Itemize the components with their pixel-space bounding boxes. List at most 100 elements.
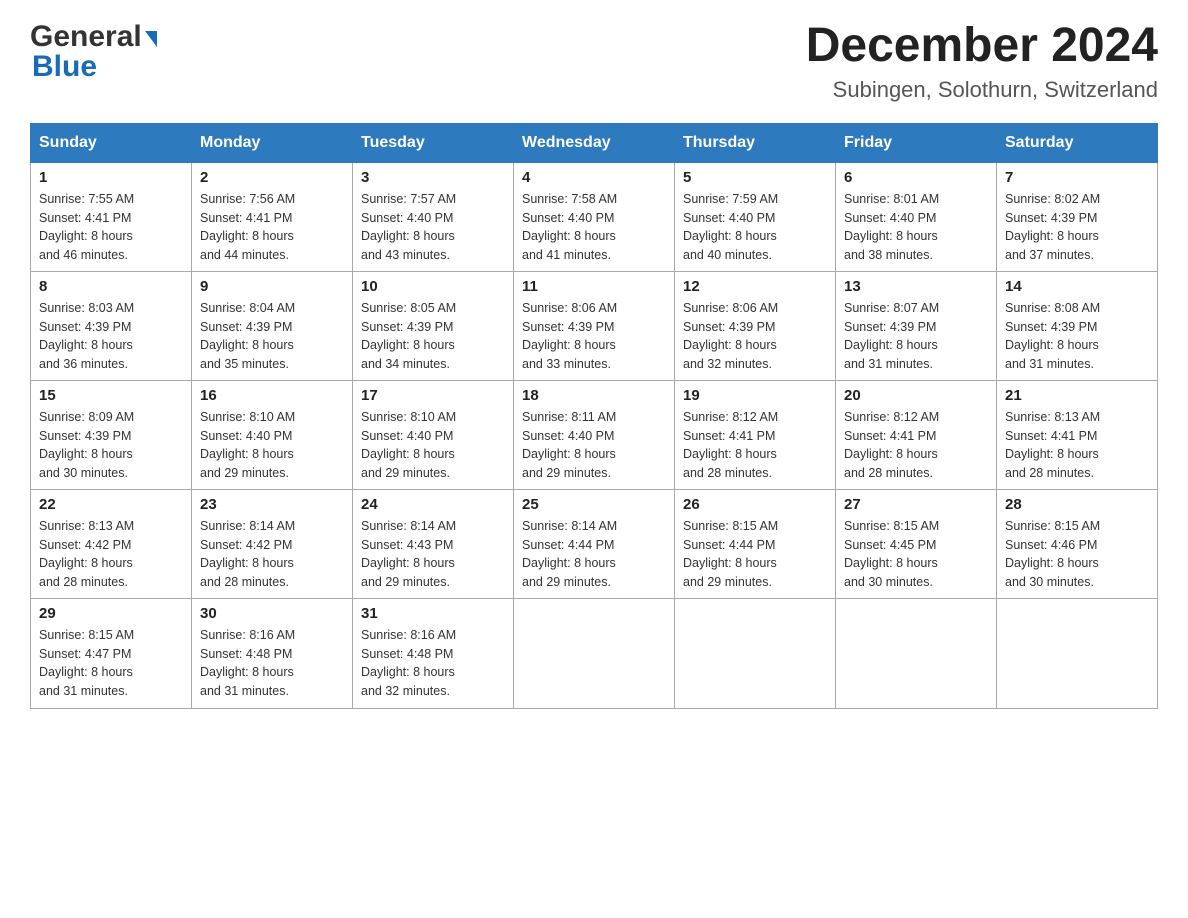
day-number: 3	[361, 169, 505, 186]
day-number: 25	[522, 496, 666, 513]
day-info: Sunrise: 8:10 AMSunset: 4:40 PMDaylight:…	[200, 408, 344, 483]
day-info: Sunrise: 8:09 AMSunset: 4:39 PMDaylight:…	[39, 408, 183, 483]
day-info: Sunrise: 8:01 AMSunset: 4:40 PMDaylight:…	[844, 190, 988, 265]
calendar-day-cell: 30Sunrise: 8:16 AMSunset: 4:48 PMDayligh…	[192, 598, 353, 708]
calendar-day-cell: 5 Sunrise: 7:59 AMSunset: 4:40 PMDaylight…	[675, 162, 836, 271]
day-info: Sunrise: 8:16 AMSunset: 4:48 PMDaylight:…	[200, 626, 344, 701]
day-number: 28	[1005, 496, 1149, 513]
calendar-day-cell: 22 Sunrise: 8:13 AMSunset: 4:42 PMDayligh…	[31, 489, 192, 598]
day-number: 10	[361, 278, 505, 295]
calendar-week-row: 8 Sunrise: 8:03 AMSunset: 4:39 PMDaylight…	[31, 271, 1158, 380]
calendar-day-cell: 2 Sunrise: 7:56 AMSunset: 4:41 PMDaylight…	[192, 162, 353, 271]
day-info: Sunrise: 8:12 AMSunset: 4:41 PMDaylight:…	[844, 408, 988, 483]
day-number: 7	[1005, 169, 1149, 186]
day-info: Sunrise: 7:56 AMSunset: 4:41 PMDaylight:…	[200, 190, 344, 265]
day-number: 26	[683, 496, 827, 513]
calendar-day-cell	[836, 598, 997, 708]
day-number: 18	[522, 387, 666, 404]
calendar-day-cell: 13 Sunrise: 8:07 AMSunset: 4:39 PMDayligh…	[836, 271, 997, 380]
day-number: 15	[39, 387, 183, 404]
col-monday: Monday	[192, 123, 353, 162]
calendar-day-cell	[514, 598, 675, 708]
calendar-day-cell: 31 Sunrise: 8:16 AMSunset: 4:48 PMDayligh…	[353, 598, 514, 708]
day-info: Sunrise: 7:55 AMSunset: 4:41 PMDaylight:…	[39, 190, 183, 265]
day-number: 13	[844, 278, 988, 295]
day-number: 21	[1005, 387, 1149, 404]
calendar-day-cell: 26 Sunrise: 8:15 AMSunset: 4:44 PMDayligh…	[675, 489, 836, 598]
calendar-day-cell: 27 Sunrise: 8:15 AMSunset: 4:45 PMDayligh…	[836, 489, 997, 598]
day-number: 31	[361, 605, 505, 622]
calendar-day-cell: 14 Sunrise: 8:08 AMSunset: 4:39 PMDayligh…	[997, 271, 1158, 380]
calendar-day-cell: 21 Sunrise: 8:13 AMSunset: 4:41 PMDayligh…	[997, 380, 1158, 489]
day-info: Sunrise: 8:03 AMSunset: 4:39 PMDaylight:…	[39, 299, 183, 374]
col-thursday: Thursday	[675, 123, 836, 162]
day-info: Sunrise: 8:08 AMSunset: 4:39 PMDaylight:…	[1005, 299, 1149, 374]
calendar-day-cell: 17Sunrise: 8:10 AMSunset: 4:40 PMDayligh…	[353, 380, 514, 489]
title-section: December 2024 Subingen, Solothurn, Switz…	[806, 20, 1158, 103]
day-number: 29	[39, 605, 183, 622]
calendar-header-row: Sunday Monday Tuesday Wednesday Thursday…	[31, 123, 1158, 162]
calendar-day-cell: 20 Sunrise: 8:12 AMSunset: 4:41 PMDayligh…	[836, 380, 997, 489]
day-info: Sunrise: 8:14 AMSunset: 4:43 PMDaylight:…	[361, 517, 505, 592]
day-number: 4	[522, 169, 666, 186]
calendar-day-cell: 6 Sunrise: 8:01 AMSunset: 4:40 PMDaylight…	[836, 162, 997, 271]
day-number: 1	[39, 169, 183, 186]
day-info: Sunrise: 8:13 AMSunset: 4:42 PMDaylight:…	[39, 517, 183, 592]
calendar-day-cell: 19 Sunrise: 8:12 AMSunset: 4:41 PMDayligh…	[675, 380, 836, 489]
day-number: 9	[200, 278, 344, 295]
col-sunday: Sunday	[31, 123, 192, 162]
day-number: 24	[361, 496, 505, 513]
day-number: 23	[200, 496, 344, 513]
calendar-table: Sunday Monday Tuesday Wednesday Thursday…	[30, 123, 1158, 709]
calendar-day-cell: 11Sunrise: 8:06 AMSunset: 4:39 PMDayligh…	[514, 271, 675, 380]
day-info: Sunrise: 7:59 AMSunset: 4:40 PMDaylight:…	[683, 190, 827, 265]
day-number: 17	[361, 387, 505, 404]
day-number: 12	[683, 278, 827, 295]
calendar-day-cell: 23Sunrise: 8:14 AMSunset: 4:42 PMDayligh…	[192, 489, 353, 598]
col-saturday: Saturday	[997, 123, 1158, 162]
calendar-week-row: 15 Sunrise: 8:09 AMSunset: 4:39 PMDayligh…	[31, 380, 1158, 489]
day-number: 27	[844, 496, 988, 513]
day-info: Sunrise: 8:13 AMSunset: 4:41 PMDaylight:…	[1005, 408, 1149, 483]
day-info: Sunrise: 8:05 AMSunset: 4:39 PMDaylight:…	[361, 299, 505, 374]
day-number: 5	[683, 169, 827, 186]
calendar-day-cell: 18 Sunrise: 8:11 AMSunset: 4:40 PMDayligh…	[514, 380, 675, 489]
calendar-day-cell: 15 Sunrise: 8:09 AMSunset: 4:39 PMDayligh…	[31, 380, 192, 489]
day-info: Sunrise: 8:11 AMSunset: 4:40 PMDaylight:…	[522, 408, 666, 483]
calendar-week-row: 29 Sunrise: 8:15 AMSunset: 4:47 PMDayligh…	[31, 598, 1158, 708]
day-number: 22	[39, 496, 183, 513]
logo-arrow-icon	[145, 31, 157, 47]
day-number: 16	[200, 387, 344, 404]
calendar-day-cell: 7Sunrise: 8:02 AMSunset: 4:39 PMDaylight…	[997, 162, 1158, 271]
day-number: 8	[39, 278, 183, 295]
col-tuesday: Tuesday	[353, 123, 514, 162]
day-info: Sunrise: 8:16 AMSunset: 4:48 PMDaylight:…	[361, 626, 505, 701]
col-friday: Friday	[836, 123, 997, 162]
calendar-day-cell: 1 Sunrise: 7:55 AMSunset: 4:41 PMDaylight…	[31, 162, 192, 271]
day-info: Sunrise: 8:15 AMSunset: 4:44 PMDaylight:…	[683, 517, 827, 592]
day-number: 20	[844, 387, 988, 404]
day-number: 19	[683, 387, 827, 404]
day-number: 2	[200, 169, 344, 186]
day-info: Sunrise: 8:15 AMSunset: 4:45 PMDaylight:…	[844, 517, 988, 592]
calendar-day-cell: 24 Sunrise: 8:14 AMSunset: 4:43 PMDayligh…	[353, 489, 514, 598]
page-header: General Blue December 2024 Subingen, Sol…	[30, 20, 1158, 103]
day-number: 11	[522, 278, 666, 295]
day-number: 14	[1005, 278, 1149, 295]
calendar-day-cell: 9 Sunrise: 8:04 AMSunset: 4:39 PMDaylight…	[192, 271, 353, 380]
day-info: Sunrise: 7:57 AMSunset: 4:40 PMDaylight:…	[361, 190, 505, 265]
calendar-week-row: 1 Sunrise: 7:55 AMSunset: 4:41 PMDaylight…	[31, 162, 1158, 271]
calendar-day-cell	[997, 598, 1158, 708]
col-wednesday: Wednesday	[514, 123, 675, 162]
logo-blue-text: Blue	[30, 50, 97, 84]
day-info: Sunrise: 8:04 AMSunset: 4:39 PMDaylight:…	[200, 299, 344, 374]
calendar-day-cell: 16 Sunrise: 8:10 AMSunset: 4:40 PMDayligh…	[192, 380, 353, 489]
day-info: Sunrise: 8:07 AMSunset: 4:39 PMDaylight:…	[844, 299, 988, 374]
calendar-day-cell: 25Sunrise: 8:14 AMSunset: 4:44 PMDayligh…	[514, 489, 675, 598]
day-number: 6	[844, 169, 988, 186]
calendar-day-cell: 3 Sunrise: 7:57 AMSunset: 4:40 PMDaylight…	[353, 162, 514, 271]
day-info: Sunrise: 8:15 AMSunset: 4:46 PMDaylight:…	[1005, 517, 1149, 592]
calendar-day-cell: 4Sunrise: 7:58 AMSunset: 4:40 PMDaylight…	[514, 162, 675, 271]
day-info: Sunrise: 8:15 AMSunset: 4:47 PMDaylight:…	[39, 626, 183, 701]
day-info: Sunrise: 8:12 AMSunset: 4:41 PMDaylight:…	[683, 408, 827, 483]
